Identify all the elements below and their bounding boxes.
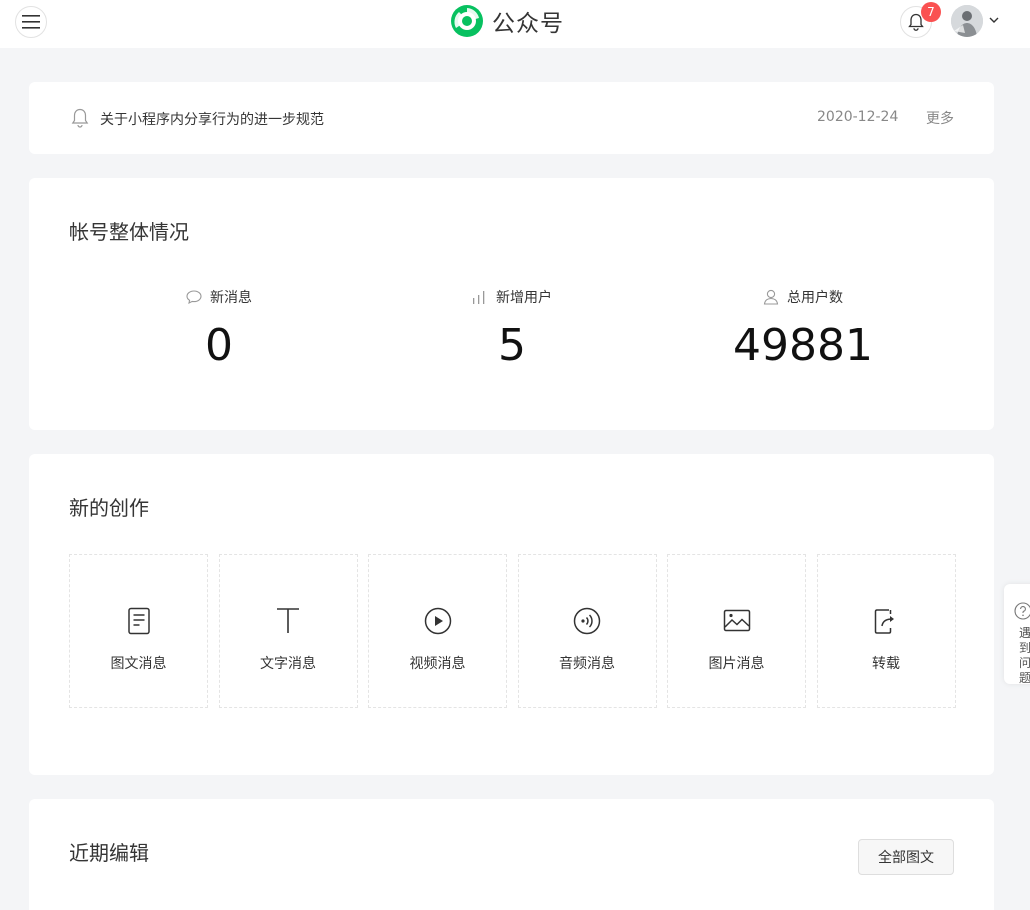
- tile-icon-wrap: [276, 605, 300, 637]
- question-circle-icon: [1014, 602, 1030, 620]
- account-overview-card: 帐号整体情况 新消息 0 新增用户 5 总用户数 49881: [29, 178, 994, 430]
- stat-label: 新消息: [210, 290, 252, 306]
- tile-icon-wrap: [127, 605, 151, 637]
- all-articles-button[interactable]: 全部图文: [858, 839, 954, 875]
- stat-label: 总用户数: [787, 290, 843, 306]
- brand[interactable]: 公众号: [450, 4, 564, 38]
- tile-label: 文字消息: [260, 656, 316, 672]
- chat-bubble-icon: [186, 290, 202, 304]
- user-icon: [763, 289, 779, 305]
- tile-label: 音频消息: [559, 656, 615, 672]
- text-icon: [277, 608, 299, 633]
- avatar[interactable]: [951, 5, 983, 37]
- create-audio-tile[interactable]: 音频消息: [517, 554, 657, 708]
- notice-link[interactable]: 关于小程序内分享行为的进一步规范: [100, 109, 324, 129]
- creation-tiles: 图文消息 文字消息 视频消息 音频消息 图片消息 转载: [69, 554, 956, 708]
- share-icon: [874, 609, 894, 634]
- image-icon: [723, 609, 750, 632]
- tile-label: 图片消息: [708, 656, 765, 672]
- stat-label-row: 新增用户: [362, 288, 662, 306]
- create-image-tile[interactable]: 图片消息: [667, 554, 806, 708]
- stat-new-messages[interactable]: 新消息 0: [69, 288, 369, 371]
- tile-icon-wrap: [424, 605, 452, 637]
- wechat-official-logo-icon: [451, 5, 483, 37]
- notice-card: 关于小程序内分享行为的进一步规范 2020-12-24 更多: [29, 82, 994, 154]
- chevron-down-icon[interactable]: [988, 14, 1000, 26]
- stat-label: 新增用户: [496, 290, 552, 306]
- audio-icon: [573, 607, 601, 635]
- recent-edits-card: 近期编辑 全部图文: [29, 799, 994, 910]
- stat-value: 49881: [733, 320, 873, 371]
- tile-label: 转载: [872, 656, 900, 672]
- create-text-tile[interactable]: 文字消息: [218, 554, 358, 708]
- stat-label-row: 新消息: [69, 288, 369, 306]
- recent-title: 近期编辑: [69, 841, 149, 865]
- create-video-tile[interactable]: 视频消息: [368, 554, 507, 708]
- bar-chart-icon: [473, 291, 485, 304]
- notice-more-link[interactable]: 更多: [926, 108, 954, 128]
- help-side-tab[interactable]: 遇到问题: [1004, 584, 1030, 685]
- stat-new-users[interactable]: 新增用户 5: [362, 288, 662, 371]
- article-icon: [127, 607, 150, 635]
- new-creation-card: 新的创作 图文消息 文字消息 视频消息 音频消息 图片消息 转载: [29, 454, 994, 775]
- overview-title: 帐号整体情况: [69, 220, 189, 244]
- tile-icon-wrap: [723, 605, 751, 637]
- stat-label-row: 总用户数: [653, 288, 953, 306]
- brand-name: 公众号: [492, 11, 564, 37]
- notification-badge: 7: [921, 2, 941, 22]
- menu-button[interactable]: [15, 6, 47, 38]
- help-text: 遇到问题: [1019, 626, 1030, 685]
- avatar-image-icon: [951, 5, 983, 37]
- top-bar: 公众号 7: [0, 0, 1030, 48]
- create-repost-tile[interactable]: 转载: [816, 554, 956, 708]
- stat-value: 5: [498, 320, 526, 371]
- hamburger-icon: [22, 15, 40, 29]
- tile-icon-wrap: [573, 605, 601, 637]
- create-article-tile[interactable]: 图文消息: [69, 554, 208, 708]
- notice-date: 2020-12-24: [817, 109, 899, 125]
- create-title: 新的创作: [69, 496, 149, 520]
- play-circle-icon: [424, 607, 451, 635]
- tile-label: 视频消息: [409, 656, 466, 672]
- stat-total-users[interactable]: 总用户数 49881: [653, 288, 953, 371]
- tile-icon-wrap: [873, 605, 899, 637]
- stat-value: 0: [205, 320, 233, 371]
- tile-label: 图文消息: [110, 656, 167, 672]
- bell-icon: [71, 108, 89, 128]
